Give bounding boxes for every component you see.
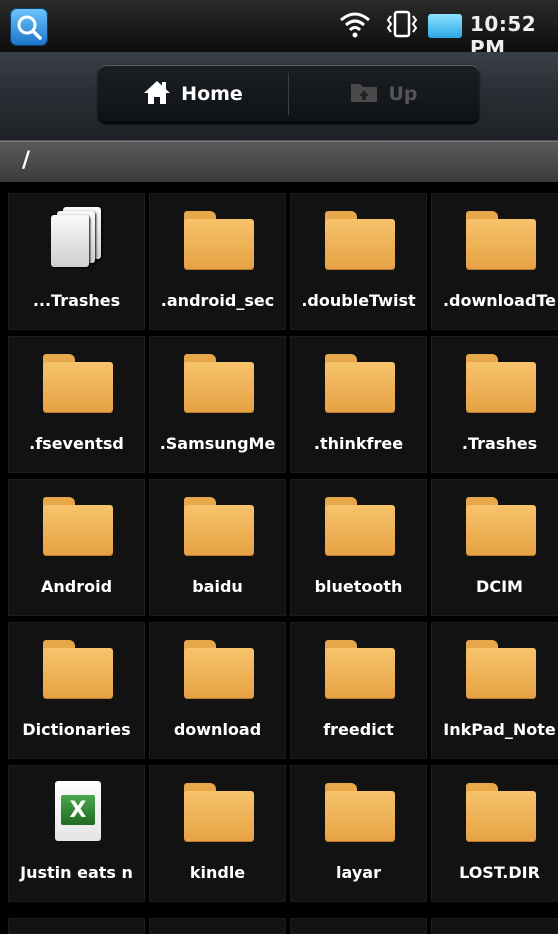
current-path: / [22, 148, 31, 173]
folder-icon [184, 497, 254, 557]
folder-icon [43, 354, 113, 414]
toolbar: Home Up [0, 52, 558, 141]
folder-icon [325, 783, 395, 843]
folder-up-icon [350, 81, 378, 108]
file-item[interactable]: ...Trashes [8, 193, 145, 330]
file-name: layar [336, 863, 381, 882]
file-item[interactable] [8, 918, 145, 934]
home-icon [143, 79, 171, 110]
file-name: .doubleTwist [301, 291, 416, 310]
file-item[interactable] [149, 918, 286, 934]
folder-icon [184, 640, 254, 700]
file-item[interactable]: download [149, 622, 286, 759]
up-label: Up [388, 83, 418, 105]
up-button[interactable]: Up [289, 65, 479, 123]
folder-icon [325, 640, 395, 700]
folder-icon [466, 783, 536, 843]
folder-icon [466, 211, 536, 271]
file-item[interactable]: .fseventsd [8, 336, 145, 473]
file-name: InkPad_Note [443, 720, 556, 739]
path-bar: / [0, 141, 558, 182]
file-name: .Trashes [461, 434, 538, 453]
file-name: Dictionaries [22, 720, 131, 739]
file-name: ...Trashes [32, 291, 121, 310]
file-item[interactable]: .android_sec [149, 193, 286, 330]
status-bar: 10:52 PM [0, 0, 558, 60]
file-name: baidu [192, 577, 243, 596]
file-item[interactable]: freedict [290, 622, 427, 759]
home-label: Home [181, 83, 243, 105]
file-name: DCIM [476, 577, 523, 596]
vibrate-icon [386, 9, 418, 43]
file-item[interactable]: bluetooth [290, 479, 427, 616]
wifi-icon [338, 10, 372, 42]
file-item[interactable] [290, 918, 427, 934]
file-item[interactable]: LOST.DIR [431, 765, 558, 902]
file-item[interactable] [431, 918, 558, 934]
folder-icon [466, 354, 536, 414]
search-app-icon[interactable] [10, 8, 48, 46]
file-name: .android_sec [160, 291, 275, 310]
document-stack-icon [43, 207, 113, 271]
folder-icon [466, 640, 536, 700]
file-item[interactable]: .doubleTwist [290, 193, 427, 330]
folder-icon [184, 783, 254, 843]
file-name: .fseventsd [29, 434, 124, 453]
file-name: Android [40, 577, 113, 596]
file-item[interactable]: Dictionaries [8, 622, 145, 759]
battery-icon [428, 14, 462, 38]
file-item[interactable]: .thinkfree [290, 336, 427, 473]
file-name: bluetooth [314, 577, 403, 596]
file-item[interactable]: layar [290, 765, 427, 902]
folder-icon [466, 497, 536, 557]
folder-icon [43, 640, 113, 700]
home-button[interactable]: Home [98, 65, 288, 123]
file-name: LOST.DIR [459, 863, 540, 882]
file-item[interactable]: Android [8, 479, 145, 616]
file-name: .downloadTe [442, 291, 557, 310]
file-item[interactable]: DCIM [431, 479, 558, 616]
folder-icon [325, 354, 395, 414]
folder-icon [184, 211, 254, 271]
file-name: kindle [189, 863, 246, 882]
file-name: freedict [323, 720, 394, 739]
file-name: .SamsungMe [159, 434, 276, 453]
file-item[interactable]: InkPad_Note [431, 622, 558, 759]
file-name: download [173, 720, 262, 739]
file-grid: ...Trashes .android_sec .doubleTwist .downl… [8, 193, 558, 902]
file-item[interactable]: baidu [149, 479, 286, 616]
folder-icon [325, 211, 395, 271]
file-item[interactable]: kindle [149, 765, 286, 902]
folder-icon [184, 354, 254, 414]
nav-button-group: Home Up [98, 65, 479, 123]
file-item[interactable]: .Trashes [431, 336, 558, 473]
folder-icon [43, 497, 113, 557]
file-item[interactable]: .downloadTe [431, 193, 558, 330]
file-item[interactable]: X Justin eats n [8, 765, 145, 902]
next-row-partial [8, 918, 558, 934]
folder-icon [325, 497, 395, 557]
file-name: .thinkfree [313, 434, 404, 453]
excel-file-icon: X [43, 781, 113, 843]
file-name: Justin eats n [20, 863, 133, 882]
file-item[interactable]: .SamsungMe [149, 336, 286, 473]
